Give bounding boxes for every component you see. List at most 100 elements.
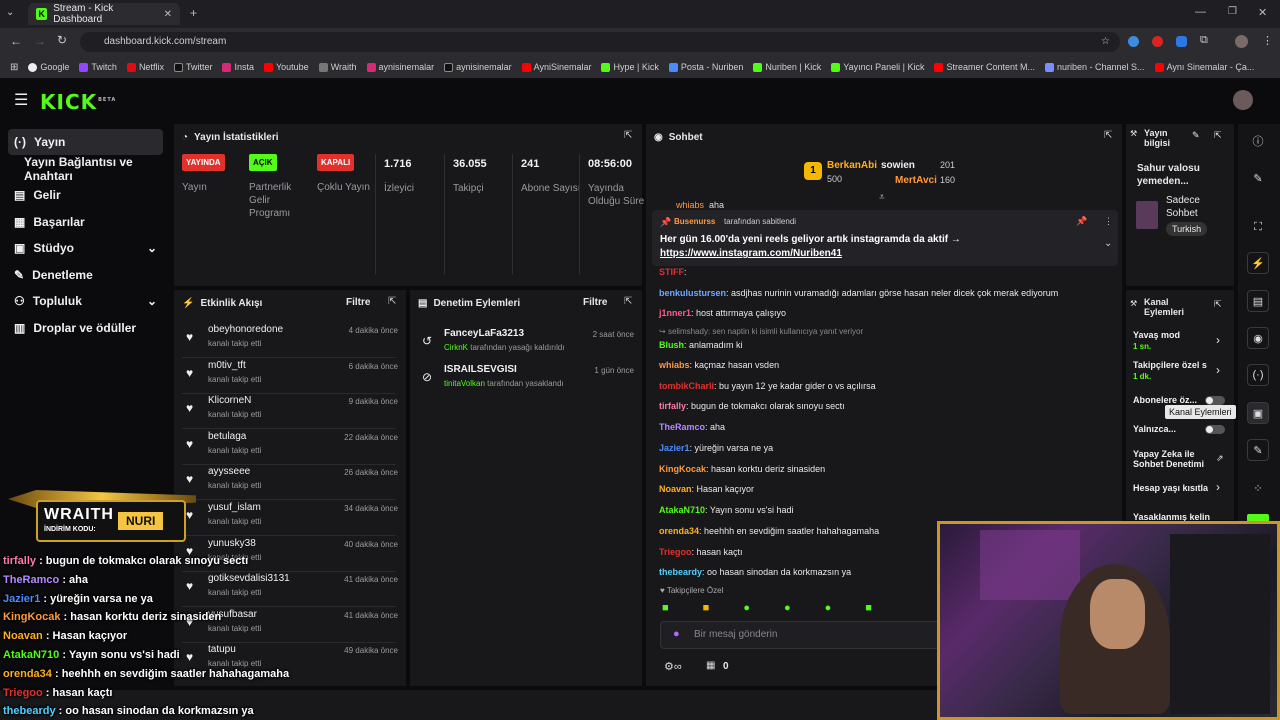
- chat-username[interactable]: Triegoo: [659, 547, 692, 557]
- emote-icon[interactable]: ■: [703, 602, 710, 616]
- sidebar-item-studyo[interactable]: ▣ Stüdyo ⌄: [8, 236, 163, 260]
- extension-icon[interactable]: [1176, 36, 1187, 47]
- moderation-row[interactable]: ↺ FanceyLaFa3213 CirknK tarafından yasağ…: [418, 326, 638, 362]
- menu-kebab-icon[interactable]: ⋮: [1262, 34, 1273, 47]
- bookmark-item[interactable]: aynisinemalar: [366, 62, 434, 72]
- emote-icon[interactable]: ■: [662, 602, 669, 616]
- chat-username[interactable]: benkulustursen: [659, 288, 726, 298]
- bookmark-item[interactable]: Posta - Nuriben: [668, 62, 743, 72]
- bookmark-item[interactable]: Streamer Content M...: [934, 62, 1035, 72]
- sidebar-item-gelir[interactable]: ▤ Gelir: [8, 183, 163, 207]
- reload-icon[interactable]: ↻: [57, 33, 67, 47]
- chat-username[interactable]: j1nner1: [659, 308, 691, 318]
- chat-username[interactable]: thebeardy: [659, 567, 702, 577]
- hamburger-menu-icon[interactable]: ☰: [14, 90, 28, 110]
- broadcast-icon[interactable]: (·): [1247, 364, 1269, 386]
- action-subscribers-only[interactable]: Abonelere öz...: [1133, 395, 1197, 405]
- channel-actions-icon[interactable]: ▣: [1247, 402, 1269, 424]
- expand-icon[interactable]: ⇱: [1214, 130, 1222, 141]
- chat-username[interactable]: TheRamco: [659, 422, 705, 432]
- expand-icon[interactable]: ⇱: [624, 296, 636, 308]
- action-account-age[interactable]: Hesap yaşı kısıtla: [1133, 483, 1208, 493]
- emote-icon[interactable]: ■: [865, 602, 872, 616]
- chevron-right-icon[interactable]: ›: [1216, 363, 1220, 377]
- action-ai-moderation[interactable]: Yapay Zeka ile Sohbet Denetimi: [1133, 449, 1215, 469]
- bookmark-item[interactable]: Insta: [222, 62, 254, 72]
- unpin-icon[interactable]: 📌: [1076, 216, 1087, 227]
- address-bar[interactable]: dashboard.kick.com/stream ☆: [80, 32, 1120, 52]
- bookmark-item[interactable]: nuriben - Channel S...: [1045, 62, 1145, 72]
- activity-row[interactable]: ♥ KlicorneN kanalı takip etti 9 dakika önce: [182, 393, 402, 430]
- activity-row[interactable]: ♥ gotiksevdalisi3131 kanalı takip etti 41 d…: [182, 571, 402, 608]
- chat-username[interactable]: KingKocak: [659, 464, 706, 474]
- action-emote-only[interactable]: Yalnızca...: [1133, 424, 1176, 434]
- bookmark-item[interactable]: Netflix: [126, 62, 164, 72]
- expand-icon[interactable]: ⇱: [1214, 299, 1222, 310]
- info-icon[interactable]: ⓘ: [1247, 130, 1269, 152]
- chat-username[interactable]: Blush: [659, 340, 684, 350]
- sidebar-item-stream-key[interactable]: Yayın Bağlantısı ve Anahtarı: [8, 155, 163, 183]
- tab-search-icon[interactable]: ⌄: [6, 7, 14, 18]
- close-tab-icon[interactable]: ✕: [164, 9, 172, 20]
- extensions-puzzle-icon[interactable]: ⧉: [1200, 34, 1208, 47]
- settings-icon[interactable]: ⚙∞: [664, 660, 682, 673]
- bookmark-star-icon[interactable]: ☆: [1101, 32, 1110, 52]
- extension-icon[interactable]: [1152, 36, 1163, 47]
- bookmark-item[interactable]: Google: [28, 62, 69, 72]
- external-link-icon[interactable]: ⇗: [1216, 453, 1224, 464]
- more-icon[interactable]: ⋮: [1104, 216, 1113, 227]
- subscribers-only-toggle[interactable]: [1205, 396, 1225, 405]
- chat-username[interactable]: Jazier1: [659, 443, 690, 453]
- activity-row[interactable]: ♥ betulaga kanalı takip etti 22 dakika önce: [182, 429, 402, 465]
- emote-icon[interactable]: ●: [743, 602, 750, 616]
- user-avatar[interactable]: [1233, 90, 1253, 110]
- action-slow-mode[interactable]: Yavaş mod: [1133, 330, 1180, 340]
- sidebar-item-basarilar[interactable]: ▦ Başarılar: [8, 210, 163, 234]
- bookmark-item[interactable]: AyniSinemalar: [521, 62, 591, 72]
- apps-grid-icon[interactable]: ⊞: [10, 62, 18, 73]
- bookmark-item[interactable]: Aynı Sinemalar - Ça...: [1154, 62, 1254, 72]
- filter-button[interactable]: Filtre: [583, 297, 607, 308]
- expand-icon[interactable]: ⇱: [624, 130, 636, 142]
- expand-icon[interactable]: ⇱: [1104, 130, 1116, 142]
- chevron-down-icon[interactable]: ⌄: [1104, 238, 1112, 249]
- chat-username[interactable]: Noavan: [659, 484, 692, 494]
- activity-row[interactable]: ♥ ayysseee kanalı takip etti 26 dakika önce: [182, 464, 402, 501]
- top-supporter-name[interactable]: MertAvci: [895, 175, 937, 186]
- bolt-icon[interactable]: ⚡: [1247, 252, 1269, 274]
- activity-row[interactable]: ♥ obeyhonoredone kanalı takip etti 4 dakika…: [182, 322, 402, 358]
- top-supporter-name[interactable]: sowien: [881, 160, 915, 171]
- browser-tab[interactable]: K Stream - Kick Dashboard ✕: [28, 3, 180, 25]
- filter-button[interactable]: Filtre: [346, 297, 370, 308]
- bookmark-item[interactable]: aynisinemalar: [444, 62, 512, 72]
- chat-icon[interactable]: ◉: [1247, 327, 1269, 349]
- moderation-row[interactable]: ⊘ ISRAILSEVGISI tinitaVolkan tarafından …: [418, 362, 638, 398]
- bookmark-item[interactable]: Wraith: [318, 62, 357, 72]
- sidebar-item-droplar[interactable]: ▥ Droplar ve ödüller: [8, 316, 163, 340]
- sidebar-item-yayin[interactable]: (·) Yayın: [8, 129, 163, 155]
- kick-logo[interactable]: KICKBETA: [40, 90, 116, 114]
- forward-icon[interactable]: →: [34, 34, 46, 48]
- restore-icon[interactable]: ❐: [1228, 6, 1237, 17]
- emote-icon[interactable]: ●: [784, 602, 791, 616]
- sidebar-item-topluluk[interactable]: ⚇ Topluluk ⌄: [8, 289, 163, 313]
- chat-username[interactable]: tombikCharli: [659, 381, 714, 391]
- bookmark-item[interactable]: Twitter: [173, 62, 212, 72]
- edit-icon[interactable]: ✎: [1192, 130, 1200, 141]
- top-supporter-name[interactable]: BerkanAbi: [827, 160, 877, 171]
- chat-username[interactable]: STIFF: [659, 267, 684, 277]
- chat-username[interactable]: whiabs: [676, 200, 704, 210]
- action-followers-only[interactable]: Takipçilere özel s: [1133, 360, 1207, 370]
- bookmark-item[interactable]: Yayıncı Paneli | Kick: [831, 62, 924, 72]
- focus-icon[interactable]: ⛶: [1247, 216, 1269, 238]
- expand-icon[interactable]: ⇱: [388, 296, 400, 308]
- collapse-icon[interactable]: ⩡: [879, 192, 885, 203]
- store-icon[interactable]: ▦: [706, 660, 715, 671]
- pinned-link[interactable]: https://www.instagram.com/Nuriben41: [660, 248, 842, 259]
- bookmark-item[interactable]: Twitch: [79, 62, 117, 72]
- emote-only-toggle[interactable]: [1205, 425, 1225, 434]
- new-tab-icon[interactable]: +: [190, 6, 197, 20]
- chat-username[interactable]: whiabs: [659, 360, 690, 370]
- more-options-icon[interactable]: ⁘: [1247, 477, 1269, 499]
- sidebar-item-denetleme[interactable]: ✎ Denetleme: [8, 263, 163, 287]
